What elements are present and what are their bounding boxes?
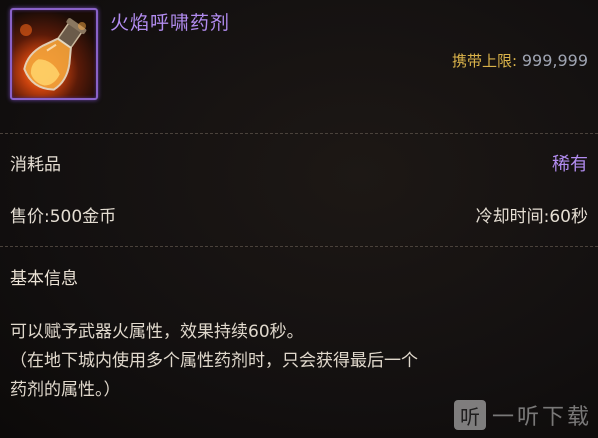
- watermark: 听 一听下载: [453, 400, 592, 430]
- price-value: 500金币: [49, 207, 117, 227]
- description-line: 可以赋予武器火属性，效果持续60秒。: [10, 322, 304, 342]
- cooldown-label: 冷却时间:: [475, 207, 550, 227]
- item-name: 火焰呼啸药剂: [110, 12, 231, 34]
- cooldown: 冷却时间:60秒: [476, 202, 588, 227]
- divider: [0, 246, 598, 247]
- watermark-text: 一听下载: [491, 405, 592, 430]
- section-title: 基本信息: [10, 269, 78, 289]
- tooltip-header: 火焰呼啸药剂 携带上限: 999,999: [0, 0, 598, 130]
- cooldown-value: 60秒: [549, 207, 588, 227]
- item-type: 消耗品: [10, 155, 61, 175]
- item-tooltip: 火焰呼啸药剂 携带上限: 999,999 消耗品 稀有 售价:500金币 冷却时…: [0, 0, 598, 438]
- price: 售价:500金币: [10, 202, 116, 227]
- description-line: （在地下城内使用多个属性药剂时，只会获得最后一个: [10, 351, 418, 371]
- price-label: 售价:: [10, 207, 50, 227]
- watermark-logo: 听: [453, 400, 486, 430]
- fire-potion-icon[interactable]: [10, 8, 98, 100]
- divider: [0, 133, 598, 134]
- item-rarity: 稀有: [552, 154, 588, 175]
- carry-limit: 携带上限: 999,999: [452, 50, 588, 71]
- item-description: 可以赋予武器火属性，效果持续60秒。 （在地下城内使用多个属性药剂时，只会获得最…: [10, 318, 590, 405]
- carry-limit-value: 999,999: [521, 51, 588, 70]
- carry-limit-label: 携带上限:: [451, 52, 518, 70]
